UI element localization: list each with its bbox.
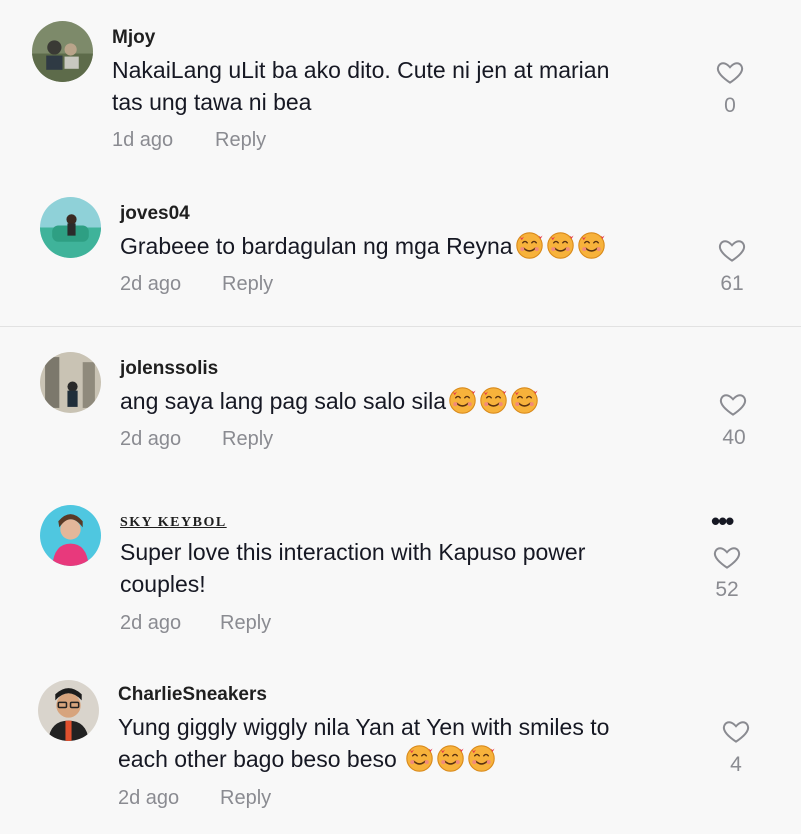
comment-username[interactable]: jolenssolis: [120, 358, 218, 380]
smiling-face-with-hearts-emoji: [546, 231, 575, 260]
comment-username[interactable]: Mjoy: [112, 27, 155, 49]
comment-text-line: tas ung tawa ni bea: [112, 89, 312, 115]
comment-text-line: Super love this interaction with Kapuso …: [120, 539, 586, 565]
avatar[interactable]: [32, 21, 93, 82]
comment-timestamp: 2d ago: [120, 273, 182, 295]
like-count: 52: [715, 578, 739, 601]
like-count: 4: [730, 753, 742, 776]
heart-outline-icon[interactable]: [716, 387, 750, 421]
comment-username[interactable]: SKY KEYBOL: [120, 515, 227, 531]
smiling-face-with-hearts-emoji: [515, 231, 544, 260]
comment-username[interactable]: CharlieSneakers: [118, 684, 267, 706]
smiling-face-with-hearts-emoji: [510, 386, 539, 415]
heart-outline-icon[interactable]: [719, 714, 753, 748]
comment-timestamp: 2d ago: [120, 612, 182, 634]
comment-timestamp: 2d ago: [118, 787, 180, 809]
comment-username[interactable]: joves04: [120, 203, 190, 225]
avatar[interactable]: [40, 505, 101, 566]
comment-text-line: Yung giggly wiggly nila Yan at Yen with …: [118, 714, 610, 740]
comment-text-line: couples!: [120, 571, 206, 597]
avatar[interactable]: [40, 197, 101, 258]
more-options-icon[interactable]: •••: [711, 506, 734, 537]
smiling-face-with-hearts-emoji: [436, 744, 465, 773]
comment-timestamp: 1d ago: [112, 129, 174, 151]
like-count: 61: [720, 272, 744, 295]
heart-outline-icon[interactable]: [715, 233, 749, 267]
like-count: 0: [724, 94, 736, 117]
smiling-face-with-hearts-emoji: [577, 231, 606, 260]
avatar[interactable]: [38, 680, 99, 741]
reply-button[interactable]: Reply: [220, 787, 271, 810]
smiling-face-with-hearts-emoji: [448, 386, 477, 415]
comment-text-line: ang saya lang pag salo salo sila: [120, 385, 539, 417]
reply-button[interactable]: Reply: [215, 129, 266, 152]
reply-button[interactable]: Reply: [222, 428, 273, 451]
like-count: 40: [722, 426, 746, 449]
smiling-face-with-hearts-emoji: [467, 744, 496, 773]
smiling-face-with-hearts-emoji: [479, 386, 508, 415]
heart-outline-icon[interactable]: [710, 540, 744, 574]
smiling-face-with-hearts-emoji: [405, 744, 434, 773]
avatar[interactable]: [40, 352, 101, 413]
comment-text-line: Grabeee to bardagulan ng mga Reyna: [120, 230, 606, 262]
reply-button[interactable]: Reply: [222, 273, 273, 296]
comment-timestamp: 2d ago: [120, 428, 182, 450]
reply-button[interactable]: Reply: [220, 612, 271, 635]
comment-text-line: NakaiLang uLit ba ako dito. Cute ni jen …: [112, 57, 610, 83]
comment-text-line: each other bago beso beso: [118, 743, 496, 775]
heart-outline-icon[interactable]: [713, 55, 747, 89]
